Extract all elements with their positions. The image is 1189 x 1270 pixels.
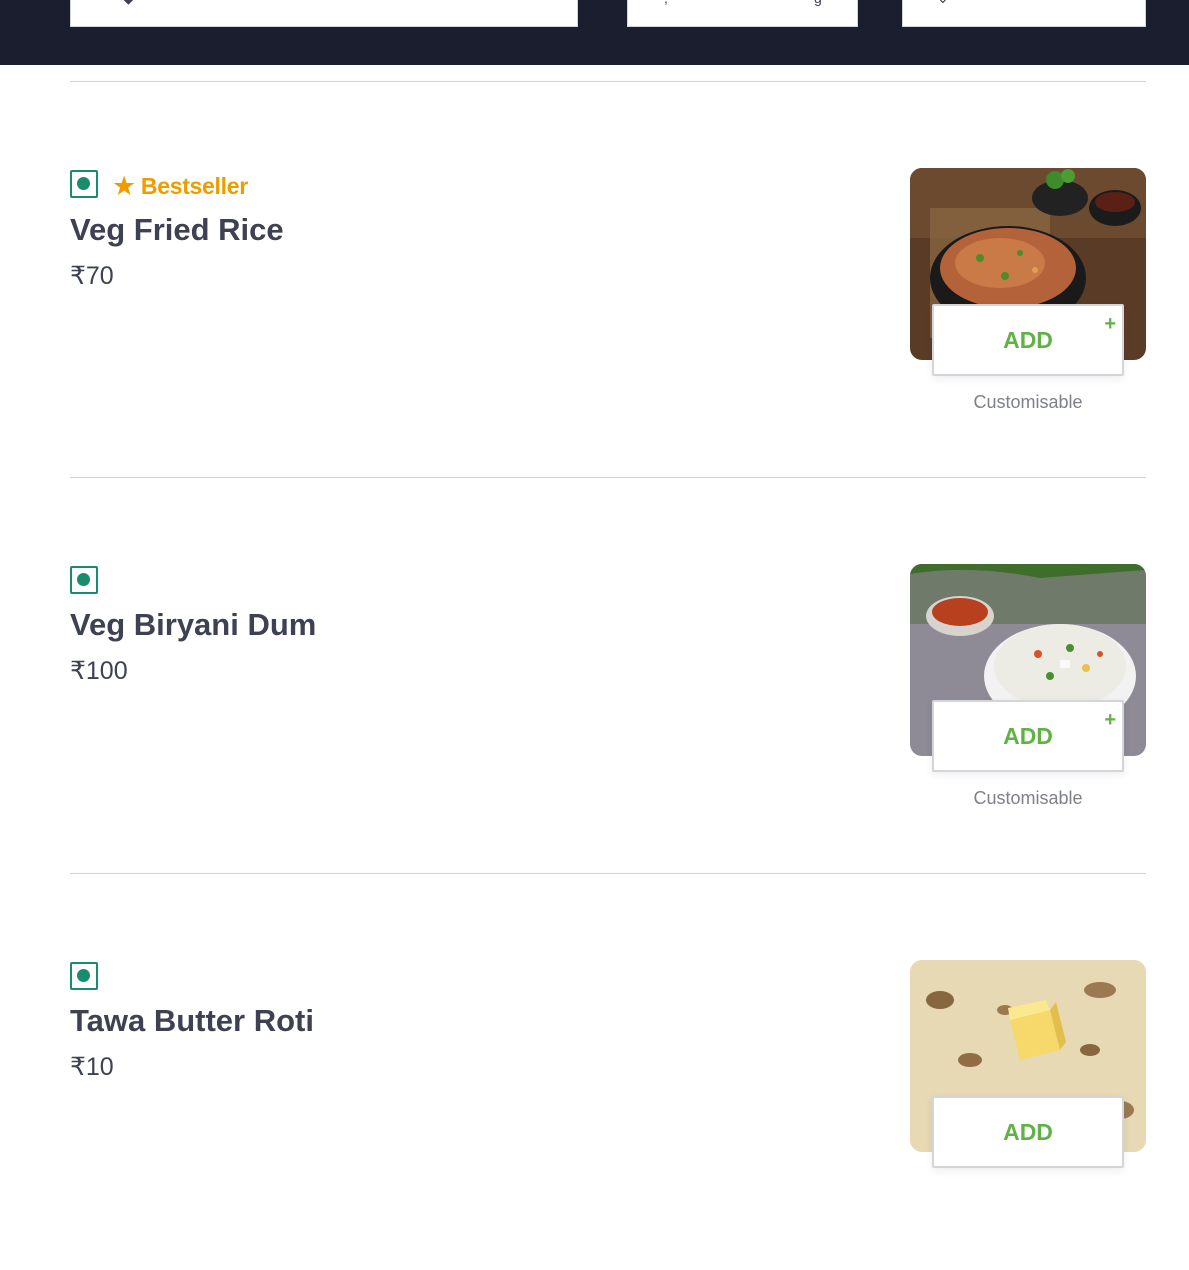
search-icon: ◆ — [123, 0, 134, 5]
add-button[interactable]: ADD — [932, 1096, 1124, 1168]
star-icon: ★ — [112, 170, 136, 201]
add-button[interactable]: ADD + — [932, 304, 1124, 376]
item-name: Veg Fried Rice — [70, 212, 284, 247]
sort-icon: ⌄ — [937, 0, 949, 5]
veg-indicator-icon — [70, 170, 98, 198]
customisable-note: Customisable — [973, 788, 1083, 808]
plus-icon: + — [1104, 313, 1116, 335]
item-price: ₹10 — [70, 1053, 114, 1081]
item-name: Tawa Butter Roti — [70, 1003, 314, 1038]
menu-item: ★ Bestseller Veg Fried Rice ₹70 ADD + Cu… — [0, 82, 1189, 478]
add-button[interactable]: ADD + — [932, 700, 1124, 772]
add-label: ADD — [1003, 326, 1053, 353]
filter-label-fragment: g — [814, 0, 822, 5]
plus-icon: + — [1104, 709, 1116, 731]
veg-indicator-icon — [70, 962, 98, 990]
bestseller-label: Bestseller — [140, 172, 248, 199]
menu-item: Veg Biryani Dum ₹100 ADD + Customisable — [0, 478, 1189, 874]
item-name: Veg Biryani Dum — [70, 607, 317, 642]
filter-chip[interactable]: , g — [627, 0, 858, 27]
add-label: ADD — [1003, 1118, 1053, 1145]
item-price: ₹70 — [70, 262, 114, 290]
header-bar: ◆ , g ⌄ — [0, 0, 1189, 65]
item-price: ₹100 — [70, 657, 128, 685]
veg-indicator-icon — [70, 566, 98, 594]
menu-item: Tawa Butter Roti ₹10 ADD — [0, 874, 1189, 1270]
filter-icon: , — [664, 0, 668, 5]
add-label: ADD — [1003, 722, 1053, 749]
sort-chip[interactable]: ⌄ — [902, 0, 1146, 27]
customisable-note: Customisable — [973, 392, 1083, 412]
bestseller-badge: ★ Bestseller — [112, 171, 248, 201]
search-box[interactable]: ◆ — [70, 0, 578, 27]
